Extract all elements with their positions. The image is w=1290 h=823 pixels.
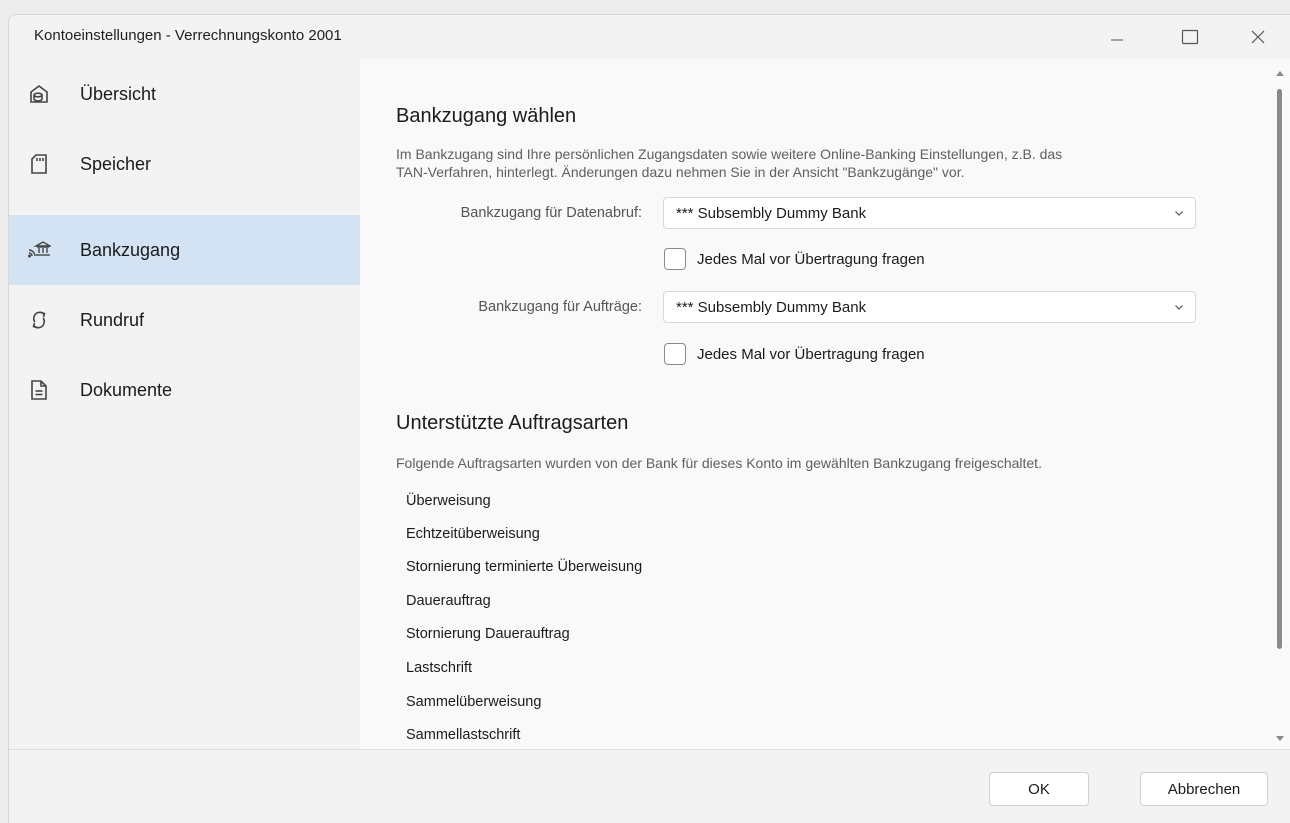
sidebar-item-label: Übersicht	[80, 83, 157, 104]
bank-access-description-line2: TAN-Verfahren, hinterlegt. Änderungen da…	[396, 164, 965, 180]
order-type-item: Stornierung Dauerauftrag	[406, 626, 570, 642]
cancel-button[interactable]: Abbrechen	[1140, 772, 1268, 806]
checkbox-label: Jedes Mal vor Übertragung fragen	[697, 250, 925, 268]
storage-card-icon	[27, 152, 51, 176]
chevron-down-icon	[1175, 211, 1183, 216]
sidebar-item-label: Speicher	[80, 153, 152, 174]
data-retrieval-label: Bankzugang für Datenabruf:	[460, 205, 642, 221]
order-type-item: Echtzeitüberweisung	[406, 526, 540, 542]
sidebar-item-storage[interactable]: Speicher	[9, 129, 360, 199]
sidebar-item-label: Dokumente	[80, 379, 173, 400]
sidebar-item-label: Bankzugang	[80, 239, 181, 260]
document-icon	[27, 378, 51, 402]
close-icon	[1251, 30, 1265, 44]
minimize-button[interactable]	[1094, 15, 1140, 59]
data-retrieval-ask-checkbox[interactable]	[664, 248, 686, 270]
maximize-icon	[1181, 29, 1199, 45]
order-types-title: Unterstützte Auftragsarten	[396, 412, 629, 434]
overview-icon	[27, 82, 51, 106]
bank-access-icon	[27, 238, 51, 262]
bank-access-title: Bankzugang wählen	[396, 105, 577, 127]
close-button[interactable]	[1235, 15, 1281, 59]
vertical-scrollbar[interactable]	[1270, 59, 1290, 749]
order-type-item: Stornierung terminierte Überweisung	[406, 559, 643, 575]
order-type-item: Sammelüberweisung	[406, 694, 542, 710]
orders-label: Bankzugang für Aufträge:	[478, 299, 642, 315]
minimize-icon	[1111, 39, 1123, 41]
scroll-down-arrow-icon[interactable]	[1275, 735, 1285, 743]
sidebar-item-label: Rundruf	[80, 309, 145, 330]
sidebar-nav: Übersicht Speicher Bankzugang Rundruf Do…	[9, 59, 360, 749]
order-type-item: Lastschrift	[406, 660, 473, 676]
orders-ask-checkbox[interactable]	[664, 343, 686, 365]
sidebar-item-documents[interactable]: Dokumente	[9, 355, 360, 425]
orders-select[interactable]: *** Subsembly Dummy Bank	[663, 291, 1196, 323]
chevron-down-icon	[1175, 305, 1183, 310]
settings-window: Kontoeinstellungen - Verrechnungskonto 2…	[8, 14, 1290, 823]
sidebar-item-bank-access[interactable]: Bankzugang	[9, 215, 360, 285]
title-bar: Kontoeinstellungen - Verrechnungskonto 2…	[9, 15, 1290, 59]
bank-access-description-line1: Im Bankzugang sind Ihre persönlichen Zug…	[396, 146, 1063, 162]
order-type-item: Dauerauftrag	[406, 593, 491, 609]
order-type-item: Überweisung	[406, 493, 491, 509]
dialog-footer: OK Abbrechen	[9, 749, 1290, 823]
refresh-icon	[27, 308, 51, 332]
main-content: Bankzugang wählen Im Bankzugang sind Ihr…	[360, 59, 1270, 749]
ok-button[interactable]: OK	[989, 772, 1089, 806]
sidebar-item-broadcast[interactable]: Rundruf	[9, 285, 360, 355]
maximize-button[interactable]	[1167, 15, 1213, 59]
orders-ask-row[interactable]: Jedes Mal vor Übertragung fragen	[664, 342, 925, 366]
order-type-item: Sammellastschrift	[406, 727, 521, 743]
sidebar-item-overview[interactable]: Übersicht	[9, 59, 360, 129]
window-title: Kontoeinstellungen - Verrechnungskonto 2…	[34, 27, 342, 44]
data-retrieval-select[interactable]: *** Subsembly Dummy Bank	[663, 197, 1196, 229]
scroll-up-arrow-icon[interactable]	[1275, 69, 1285, 77]
scrollbar-thumb[interactable]	[1277, 89, 1282, 649]
checkbox-label: Jedes Mal vor Übertragung fragen	[697, 345, 925, 363]
orders-selected-value: *** Subsembly Dummy Bank	[676, 298, 867, 316]
order-types-description: Folgende Auftragsarten wurden von der Ba…	[396, 455, 1042, 471]
data-retrieval-selected-value: *** Subsembly Dummy Bank	[676, 204, 867, 222]
data-retrieval-ask-row[interactable]: Jedes Mal vor Übertragung fragen	[664, 247, 925, 271]
